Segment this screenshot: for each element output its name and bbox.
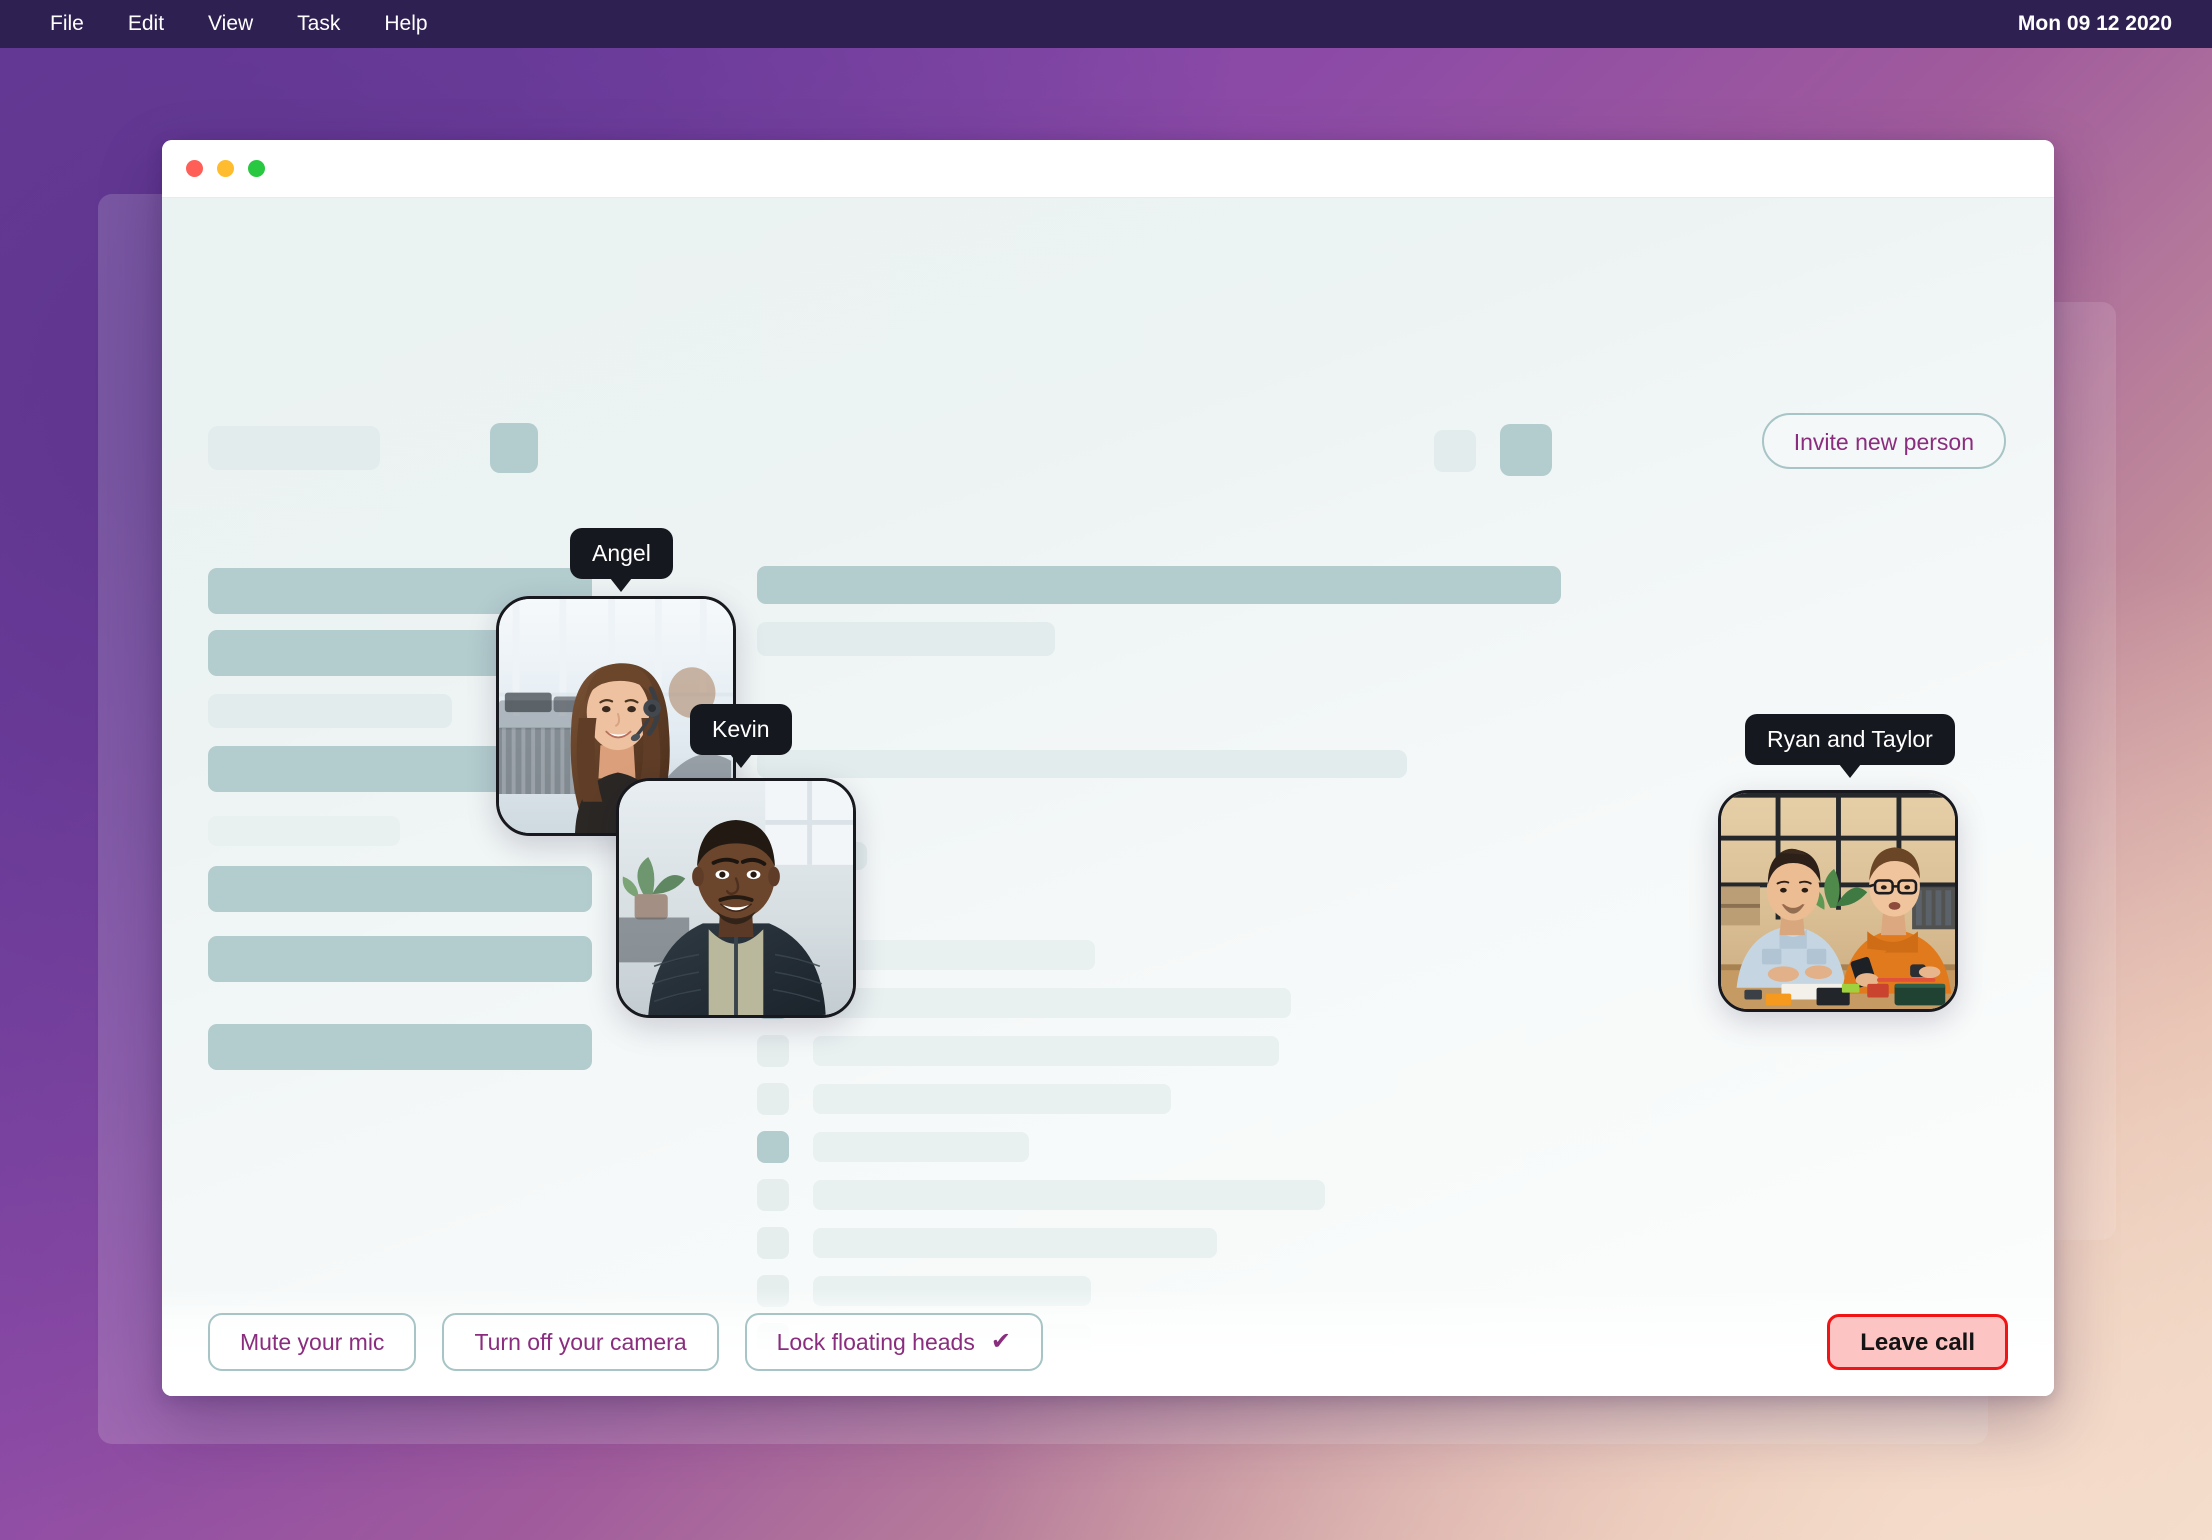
invite-new-person-button[interactable]: Invite new person <box>1761 413 2006 469</box>
name-badge-ryan-and-taylor: Ryan and Taylor <box>1745 714 1955 778</box>
checkbox-checked-icon[interactable] <box>757 1131 789 1163</box>
menubar-clock: Mon 09 12 2020 <box>2017 12 2172 35</box>
app-window: Invite new person Angel Kevin Ryan and T… <box>162 140 2054 1396</box>
list-item[interactable] <box>757 1082 1171 1116</box>
name-badge-angel: Angel <box>570 528 673 592</box>
list-item[interactable] <box>757 1178 1325 1212</box>
list-item[interactable] <box>757 1130 1029 1164</box>
list-item-text-placeholder <box>813 988 1291 1018</box>
window-titlebar <box>162 140 2054 198</box>
list-item[interactable] <box>757 1034 1279 1068</box>
video-tile-kevin[interactable] <box>616 778 856 1018</box>
mute-mic-label: Mute your mic <box>240 1329 385 1355</box>
list-item-text-placeholder <box>813 1132 1029 1162</box>
checkbox-unchecked-icon[interactable] <box>757 1179 789 1211</box>
menu-bar: File Edit View Task Help Mon 09 12 2020 <box>0 0 2212 48</box>
call-controls-toolbar: Mute your mic Turn off your camera Lock … <box>162 1288 2054 1396</box>
turn-off-camera-label: Turn off your camera <box>474 1329 687 1355</box>
mute-mic-button[interactable]: Mute your mic <box>208 1313 417 1371</box>
checkbox-unchecked-icon[interactable] <box>757 1035 789 1067</box>
zoom-button[interactable] <box>248 160 265 177</box>
list-item[interactable] <box>757 1226 1217 1260</box>
skeleton-bar-left-2 <box>208 694 452 728</box>
skeleton-bar-left-7 <box>208 1024 592 1070</box>
close-button[interactable] <box>186 160 203 177</box>
menu-item-view[interactable]: View <box>186 0 275 48</box>
skeleton-bar-left-4 <box>208 816 400 846</box>
skeleton-list <box>757 198 1777 1396</box>
desktop-background: File Edit View Task Help Mon 09 12 2020 … <box>0 0 2212 1540</box>
menu-item-edit[interactable]: Edit <box>106 0 186 48</box>
minimize-button[interactable] <box>217 160 234 177</box>
video-tile-ryan-and-taylor[interactable] <box>1718 790 1958 1012</box>
checkbox-unchecked-icon[interactable] <box>757 1083 789 1115</box>
name-badge-kevin: Kevin <box>690 704 792 768</box>
checkbox-unchecked-icon[interactable] <box>757 1227 789 1259</box>
video-feed-ryan-and-taylor <box>1721 793 1955 1009</box>
lock-floating-heads-button[interactable]: Lock floating heads ✔ <box>744 1313 1043 1371</box>
turn-off-camera-button[interactable]: Turn off your camera <box>442 1313 719 1371</box>
video-feed-kevin <box>619 781 853 1015</box>
leave-call-button[interactable]: Leave call <box>1827 1314 2008 1370</box>
menu-item-file[interactable]: File <box>28 0 106 48</box>
skeleton-bar-left-5 <box>208 866 592 912</box>
menu-item-help[interactable]: Help <box>362 0 449 48</box>
list-item-text-placeholder <box>813 1084 1171 1114</box>
checkmark-icon: ✔ <box>990 1328 1011 1355</box>
lock-floating-heads-label: Lock floating heads <box>776 1329 975 1355</box>
menu-item-task[interactable]: Task <box>275 0 362 48</box>
list-item-text-placeholder <box>813 1036 1279 1066</box>
skeleton-bar-left-6 <box>208 936 592 982</box>
list-item-text-placeholder <box>813 1180 1325 1210</box>
list-item-text-placeholder <box>813 1228 1217 1258</box>
call-workspace: Invite new person Angel Kevin Ryan and T… <box>162 198 2054 1396</box>
